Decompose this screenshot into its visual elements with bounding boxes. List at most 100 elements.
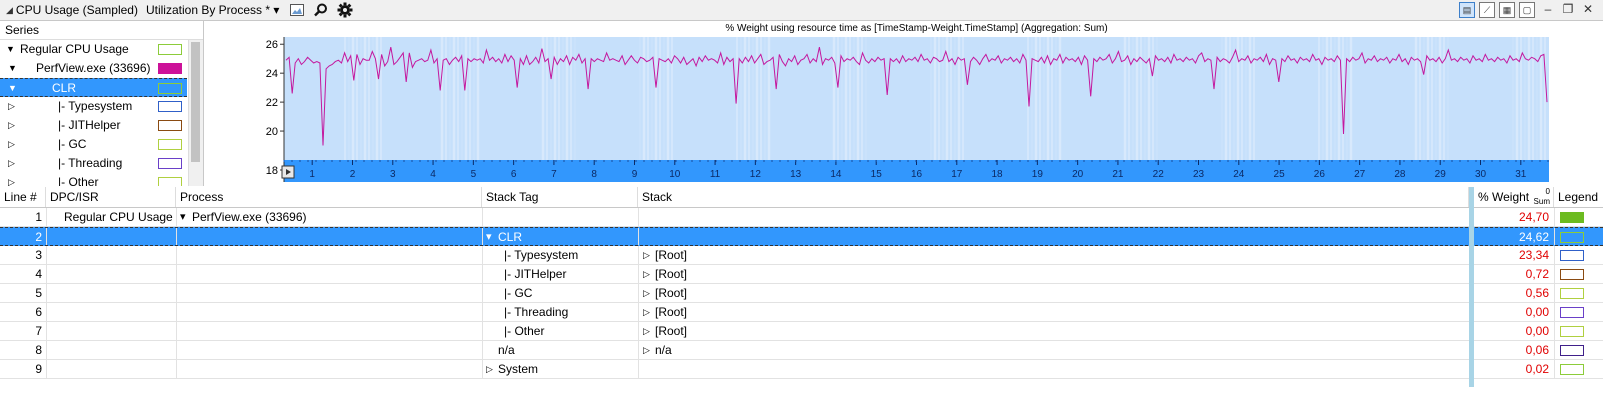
stack-cell: [Root] (655, 305, 688, 319)
column-separator (482, 208, 483, 226)
close-icon[interactable]: ✕ (1581, 2, 1595, 16)
legend-swatch[interactable] (1560, 212, 1584, 223)
window-titlebar: ◢ CPU Usage (Sampled) Utilization By Pro… (0, 0, 1603, 21)
series-item-label: |- Other (58, 175, 99, 186)
expanded-triangle-icon: ▾ (180, 211, 186, 223)
legend-swatch[interactable] (1560, 250, 1584, 261)
series-color-swatch[interactable] (158, 101, 182, 112)
column-separator (176, 322, 177, 340)
series-item[interactable]: ▷ |- JITHelper (0, 116, 187, 135)
image-icon[interactable] (289, 2, 305, 18)
grid-column-splitter[interactable] (1469, 187, 1474, 387)
table-row[interactable]: 2 ▾ CLR 24,62 (0, 227, 1603, 246)
chart-only-icon[interactable]: ▢ (1519, 2, 1535, 18)
col-header-legend[interactable]: Legend (1554, 187, 1603, 207)
restore-icon[interactable]: ❐ (1561, 2, 1575, 16)
expanded-triangle-icon[interactable]: ▼ (8, 79, 17, 98)
x-tick-label: 11 (710, 169, 721, 180)
legend-swatch[interactable] (1560, 326, 1584, 337)
table-row[interactable]: 8 n/a ▷ n/a 0,06 (0, 341, 1603, 360)
series-color-swatch[interactable] (158, 120, 182, 131)
col-header-process[interactable]: Process (176, 187, 482, 207)
column-separator (638, 360, 639, 378)
series-color-swatch[interactable] (158, 158, 182, 169)
expanded-triangle-icon[interactable]: ▼ (6, 40, 15, 59)
series-item[interactable]: ▷ |- Threading (0, 154, 187, 173)
collapsed-triangle-icon: ▷ (486, 364, 493, 374)
col-header-stack[interactable]: Stack (638, 187, 1469, 207)
column-separator (176, 228, 177, 245)
weight-cell: 24,70 (1518, 210, 1549, 224)
collapse-triangle-icon[interactable]: ◢ (6, 5, 13, 16)
table-row[interactable]: 7 |- Other ▷ [Root] 0,00 (0, 322, 1603, 341)
series-item[interactable]: ▼ PerfView.exe (33696) (0, 59, 187, 78)
collapsed-triangle-icon[interactable]: ▷ (8, 173, 15, 186)
table-row[interactable]: 6 |- Threading ▷ [Root] 0,00 (0, 303, 1603, 322)
collapsed-triangle-icon[interactable]: ▷ (8, 135, 15, 154)
weight-cell: 0,00 (1525, 324, 1549, 338)
stack-tag-cell: |- Threading (504, 305, 569, 319)
x-tick-label: 20 (1072, 169, 1084, 180)
column-separator (46, 265, 47, 283)
legend-swatch[interactable] (1560, 345, 1584, 356)
series-item[interactable]: ▼ Regular CPU Usage (0, 40, 187, 59)
col-header-stack-tag[interactable]: Stack Tag (482, 187, 638, 207)
column-separator (46, 284, 47, 302)
collapsed-triangle-icon: ▷ (643, 307, 650, 317)
table-chart-view-icon[interactable]: ▤ (1459, 2, 1475, 18)
collapsed-triangle-icon[interactable]: ▷ (8, 97, 15, 116)
column-separator (482, 228, 483, 245)
legend-swatch[interactable] (1560, 232, 1584, 243)
col-header-dpc-isr[interactable]: DPC/ISR (46, 187, 176, 207)
x-tick-label: 12 (750, 169, 762, 180)
scrollbar-thumb[interactable] (191, 42, 200, 162)
column-separator (46, 341, 47, 359)
series-item[interactable]: ▷ |- Other (0, 173, 187, 186)
weight-cell: 0,02 (1525, 362, 1549, 376)
series-color-swatch[interactable] (158, 83, 182, 94)
collapsed-triangle-icon[interactable]: ▷ (8, 116, 15, 135)
process-cell: PerfView.exe (33696) (192, 210, 307, 224)
x-tick-label: 1 (309, 169, 315, 180)
cpu-usage-chart[interactable]: % Weight using resource time as [TimeSta… (204, 21, 1603, 186)
stack-tag-cell: |- GC (504, 286, 533, 300)
table-row[interactable]: 1 Regular CPU Usage ▾ PerfView.exe (33696) 2… (0, 208, 1603, 227)
x-tick-label: 17 (951, 169, 963, 180)
chart-svg[interactable]: % Weight using resource time as [TimeSta… (204, 21, 1603, 186)
expanded-triangle-icon[interactable]: ▼ (8, 59, 17, 78)
col-header-line[interactable]: Line # (0, 187, 46, 207)
series-item[interactable]: ▷ |- GC (0, 135, 187, 154)
column-separator (46, 303, 47, 321)
line-number: 9 (35, 362, 42, 376)
series-item[interactable]: ▼ CLR (0, 78, 187, 97)
view-toolbar: ▤ ⟋ ▦ ▢ – ❐ ✕ (1455, 2, 1595, 18)
series-color-swatch[interactable] (158, 44, 182, 55)
table-row[interactable]: 3 |- Typesystem ▷ [Root] 23,34 (0, 246, 1603, 265)
preset-dropdown[interactable]: Utilization By Process * ▾ (146, 3, 279, 17)
minimize-icon[interactable]: – (1541, 2, 1555, 16)
column-separator (1554, 265, 1555, 283)
column-separator (176, 284, 177, 302)
col-header-weight[interactable]: % Weight 0 Sum (1474, 187, 1554, 207)
legend-swatch[interactable] (1560, 307, 1584, 318)
x-tick-label: 3 (390, 169, 396, 180)
series-scrollbar[interactable] (188, 40, 203, 186)
column-separator (482, 360, 483, 378)
legend-swatch[interactable] (1560, 269, 1584, 280)
table-view-icon[interactable]: ▦ (1499, 2, 1515, 18)
table-row[interactable]: 5 |- GC ▷ [Root] 0,56 (0, 284, 1603, 303)
y-tick-label: 18 (266, 165, 278, 177)
series-color-swatch[interactable] (158, 63, 182, 74)
table-row[interactable]: 9 ▷ System 0,02 (0, 360, 1603, 379)
series-item-label: |- JITHelper (58, 118, 121, 132)
series-color-swatch[interactable] (158, 139, 182, 150)
series-color-swatch[interactable] (158, 177, 182, 186)
gear-icon[interactable] (337, 2, 353, 18)
chart-view-icon[interactable]: ⟋ (1479, 2, 1495, 18)
legend-swatch[interactable] (1560, 288, 1584, 299)
legend-swatch[interactable] (1560, 364, 1584, 375)
table-row[interactable]: 4 |- JITHelper ▷ [Root] 0,72 (0, 265, 1603, 284)
search-icon[interactable] (313, 2, 329, 18)
collapsed-triangle-icon[interactable]: ▷ (8, 154, 15, 173)
series-item[interactable]: ▷ |- Typesystem (0, 97, 187, 116)
